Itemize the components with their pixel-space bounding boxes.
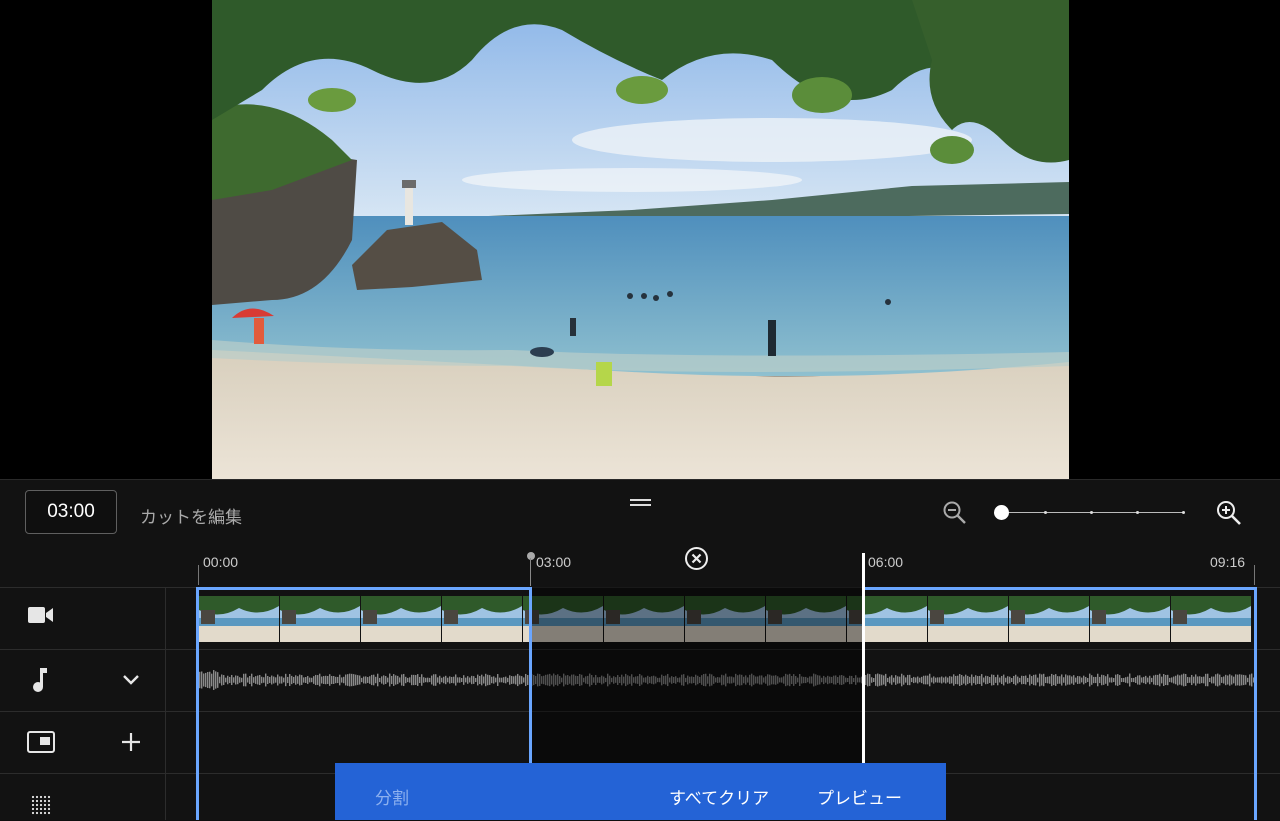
add-icon[interactable] <box>121 732 141 757</box>
video-camera-icon[interactable] <box>28 606 54 629</box>
video-preview-frame[interactable] <box>212 0 1069 479</box>
zoom-slider-step <box>1090 511 1093 514</box>
ruler-label-3min: 03:00 <box>536 554 572 570</box>
video-thumbnail <box>1171 596 1251 642</box>
video-thumbnail <box>361 596 441 642</box>
ruler-label-end: 09:16 <box>1210 554 1246 570</box>
music-note-icon[interactable] <box>32 667 48 698</box>
zoom-slider-step <box>1136 511 1139 514</box>
picture-in-picture-icon[interactable] <box>27 731 55 758</box>
video-preview-area <box>0 0 1280 479</box>
selection-top-border-1 <box>196 587 532 590</box>
dot-grid-icon[interactable] <box>30 794 52 821</box>
zoom-slider-knob[interactable] <box>994 505 1009 520</box>
video-thumbnail <box>1009 596 1089 642</box>
zoom-slider[interactable] <box>994 504 1188 522</box>
zoom-in-icon[interactable] <box>1215 499 1243 527</box>
timeline-editor: 03:00 カットを編集 00:00 03:00 06:00 09:16 分割 … <box>0 479 1280 820</box>
action-bar: 分割 すべてクリア プレビュー <box>335 763 946 820</box>
selection-top-border-2 <box>862 587 1257 590</box>
remove-cut-icon[interactable] <box>684 546 709 571</box>
selection-handle-left-1[interactable] <box>196 587 199 820</box>
selection-handle-right-2[interactable] <box>1254 587 1257 820</box>
preview-button[interactable]: プレビュー <box>817 784 902 809</box>
ruler-tick <box>1254 565 1255 585</box>
zoom-slider-step <box>1182 511 1185 514</box>
split-button[interactable]: 分割 <box>375 784 409 809</box>
ruler-tick <box>198 565 199 585</box>
zoom-slider-step <box>1044 511 1047 514</box>
ruler-label-6min: 06:00 <box>868 554 904 570</box>
video-thumbnail <box>280 596 360 642</box>
video-thumbnail <box>928 596 1008 642</box>
video-thumbnail <box>199 596 279 642</box>
track-header-divider <box>165 587 166 820</box>
cut-marker-line <box>530 558 531 586</box>
chevron-down-icon[interactable] <box>122 673 140 691</box>
clear-all-button[interactable]: すべてクリア <box>669 784 769 809</box>
cut-marker-pin[interactable] <box>527 552 535 560</box>
zoom-out-icon[interactable] <box>942 500 968 526</box>
edit-cut-label: カットを編集 <box>140 508 242 527</box>
video-thumbnail <box>1090 596 1170 642</box>
ruler-label-start: 00:00 <box>203 554 239 570</box>
video-thumbnail <box>442 596 522 642</box>
panel-drag-handle-icon[interactable] <box>630 499 651 508</box>
current-time-display[interactable]: 03:00 <box>25 490 117 534</box>
